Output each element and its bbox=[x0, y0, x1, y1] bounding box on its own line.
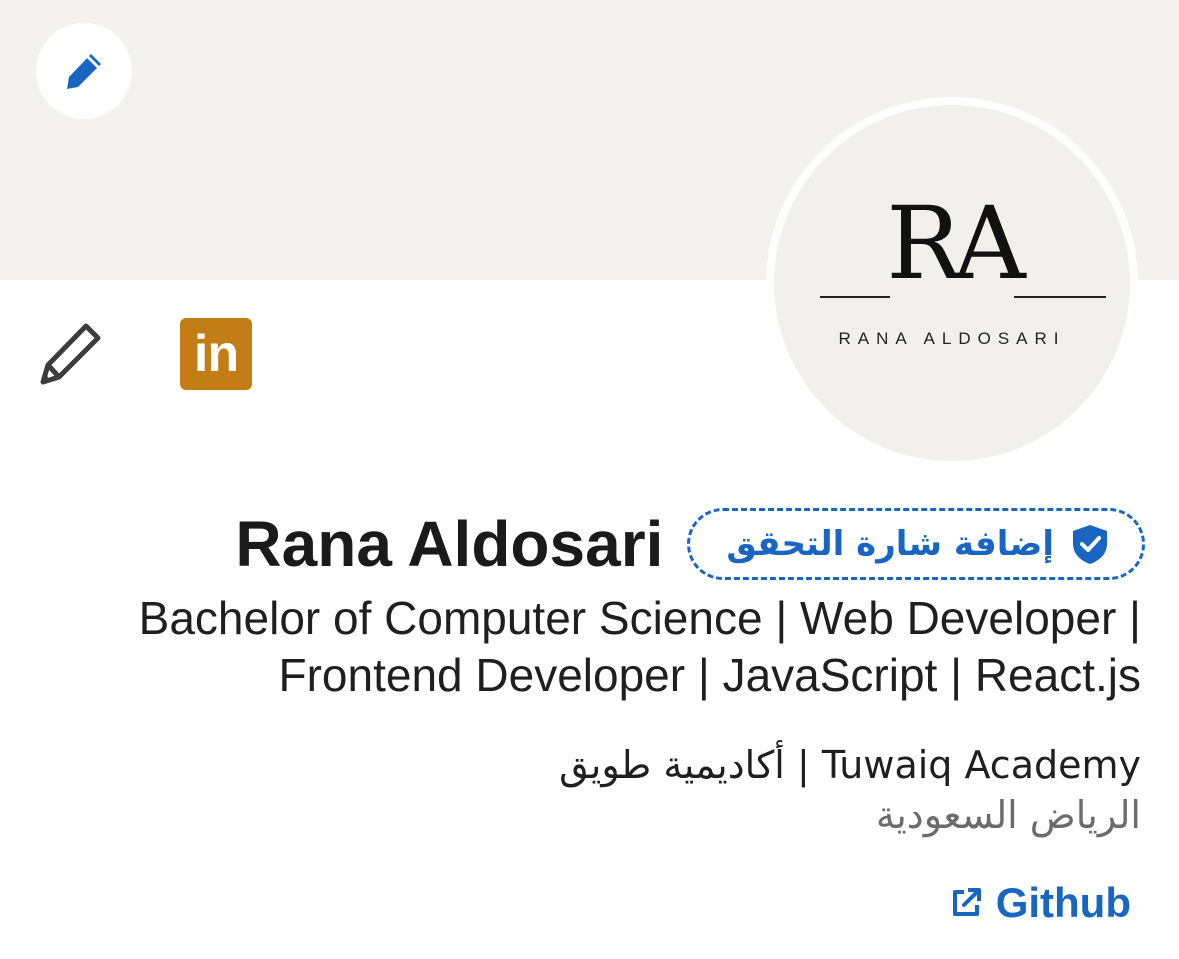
profile-photo[interactable]: RA RANA ALDOSARI bbox=[766, 97, 1138, 469]
headline-line-2: Frontend Developer | JavaScript | React.… bbox=[278, 649, 1142, 701]
logo-line-left bbox=[820, 296, 890, 298]
profile-name: Rana Aldosari bbox=[235, 508, 664, 580]
pencil-outline-icon bbox=[40, 323, 101, 385]
profile-card: RA RANA ALDOSARI in Rana Aldosari إضافة … bbox=[0, 0, 1179, 959]
github-link-label: Github bbox=[995, 879, 1131, 926]
avatar-logo: RA RANA ALDOSARI bbox=[774, 105, 1130, 461]
add-verification-badge-button[interactable]: إضافة شارة التحقق bbox=[687, 508, 1145, 580]
pencil-icon bbox=[67, 54, 101, 89]
name-row: Rana Aldosari إضافة شارة التحقق bbox=[235, 506, 1145, 582]
edit-cover-button[interactable] bbox=[36, 23, 132, 119]
shield-check-icon bbox=[1073, 525, 1107, 564]
logo-line-right bbox=[1014, 296, 1106, 298]
location: الرياض السعودية bbox=[875, 793, 1141, 837]
headline-line-1: Bachelor of Computer Science | Web Devel… bbox=[138, 592, 1141, 644]
logo-name: RANA ALDOSARI bbox=[838, 329, 1066, 348]
linkedin-icon[interactable]: in bbox=[180, 318, 252, 390]
external-link-icon bbox=[952, 888, 981, 916]
organization[interactable]: أكاديمية طويق | Tuwaiq Academy bbox=[559, 740, 1141, 790]
verify-label: إضافة شارة التحقق bbox=[726, 524, 1054, 564]
edit-profile-button[interactable] bbox=[38, 320, 104, 386]
github-link[interactable]: Github bbox=[948, 876, 1131, 930]
profile-headline: Bachelor of Computer Science | Web Devel… bbox=[41, 590, 1141, 704]
logo-monogram: RA bbox=[886, 185, 1026, 302]
